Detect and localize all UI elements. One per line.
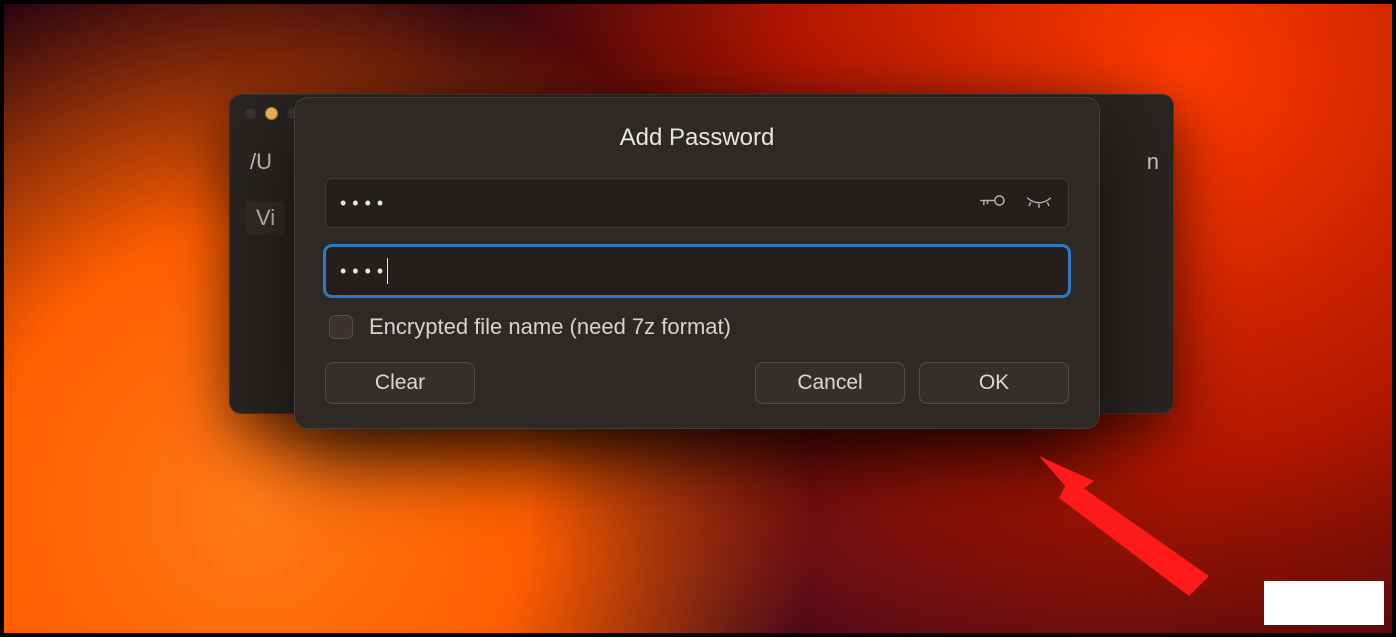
watermark-box bbox=[1264, 581, 1384, 625]
back-right-fragment: n bbox=[1147, 149, 1159, 175]
cancel-button[interactable]: Cancel bbox=[755, 362, 905, 404]
password-value: •••• bbox=[340, 193, 389, 214]
add-password-dialog: Add Password •••• bbox=[294, 97, 1100, 429]
path-text: /U bbox=[250, 149, 272, 175]
clear-button[interactable]: Clear bbox=[325, 362, 475, 404]
traffic-lights bbox=[244, 107, 299, 120]
encrypt-filename-label: Encrypted file name (need 7z format) bbox=[369, 314, 731, 340]
text-caret bbox=[387, 258, 388, 284]
eye-closed-icon[interactable] bbox=[1024, 190, 1054, 217]
confirm-password-value: •••• bbox=[340, 258, 388, 284]
key-icon[interactable] bbox=[978, 190, 1008, 217]
dialog-title: Add Password bbox=[325, 124, 1069, 152]
back-tag: Vi bbox=[246, 201, 285, 235]
ok-button[interactable]: OK bbox=[919, 362, 1069, 404]
traffic-light-close[interactable] bbox=[244, 107, 257, 120]
confirm-password-input[interactable]: •••• bbox=[325, 246, 1069, 296]
password-input[interactable]: •••• bbox=[325, 178, 1069, 228]
traffic-light-minimize[interactable] bbox=[265, 107, 278, 120]
encrypt-filename-checkbox[interactable] bbox=[329, 315, 353, 339]
